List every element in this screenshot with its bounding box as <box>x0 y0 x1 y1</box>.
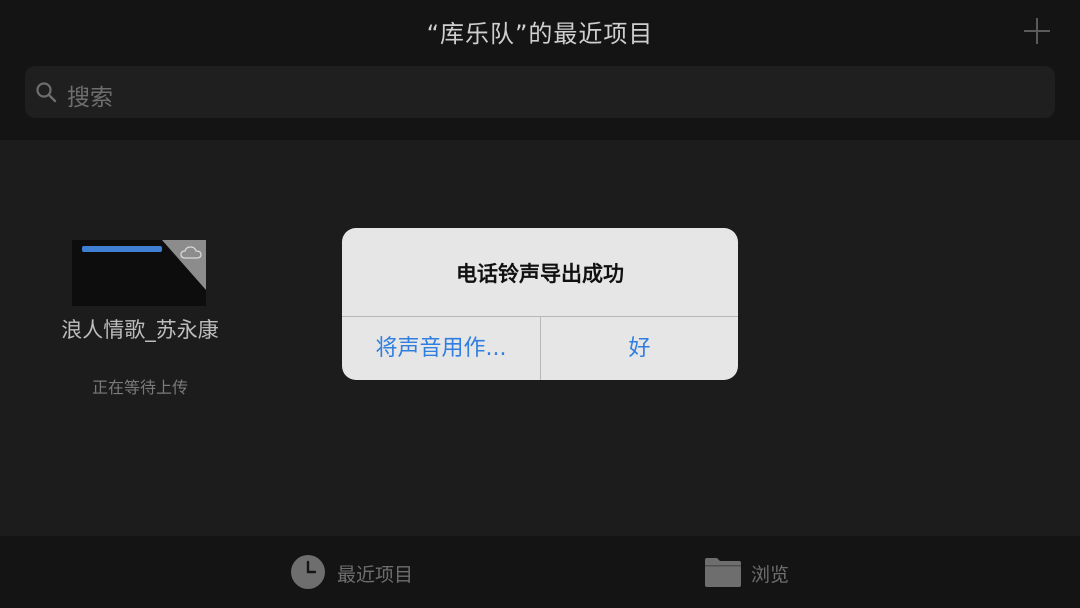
folder-icon <box>705 558 741 587</box>
use-sound-as-button[interactable]: 将声音用作... <box>342 317 540 380</box>
header: “库乐队”的最近项目 搜索 <box>0 0 1080 140</box>
page-title: “库乐队”的最近项目 <box>426 20 654 48</box>
tab-bar: 最近项目 浏览 <box>0 536 1080 608</box>
tab-recent-label: 最近项目 <box>337 564 414 586</box>
search-field[interactable]: 搜索 <box>25 66 1055 118</box>
file-name: 浪人情歌_苏永康 <box>61 318 219 342</box>
screen: “库乐队”的最近项目 搜索 浪人情歌_苏永康 正在等待上传 电话铃声导出成功 将… <box>0 0 1080 608</box>
tab-browse[interactable]: 浏览 <box>704 536 864 608</box>
file-thumbnail <box>72 240 206 306</box>
add-button[interactable] <box>1022 16 1052 46</box>
alert-title: 电话铃声导出成功 <box>456 262 624 286</box>
cloud-icon <box>180 246 202 259</box>
search-placeholder: 搜索 <box>67 85 113 111</box>
search-icon <box>36 82 57 103</box>
alert-dialog: 电话铃声导出成功 将声音用作... 好 <box>342 228 738 380</box>
clock-icon <box>291 555 325 589</box>
tab-browse-label: 浏览 <box>751 564 790 586</box>
ok-button[interactable]: 好 <box>541 317 738 380</box>
tab-recent[interactable]: 最近项目 <box>290 536 490 608</box>
waveform-bar <box>82 246 162 252</box>
file-status: 正在等待上传 <box>91 378 188 397</box>
